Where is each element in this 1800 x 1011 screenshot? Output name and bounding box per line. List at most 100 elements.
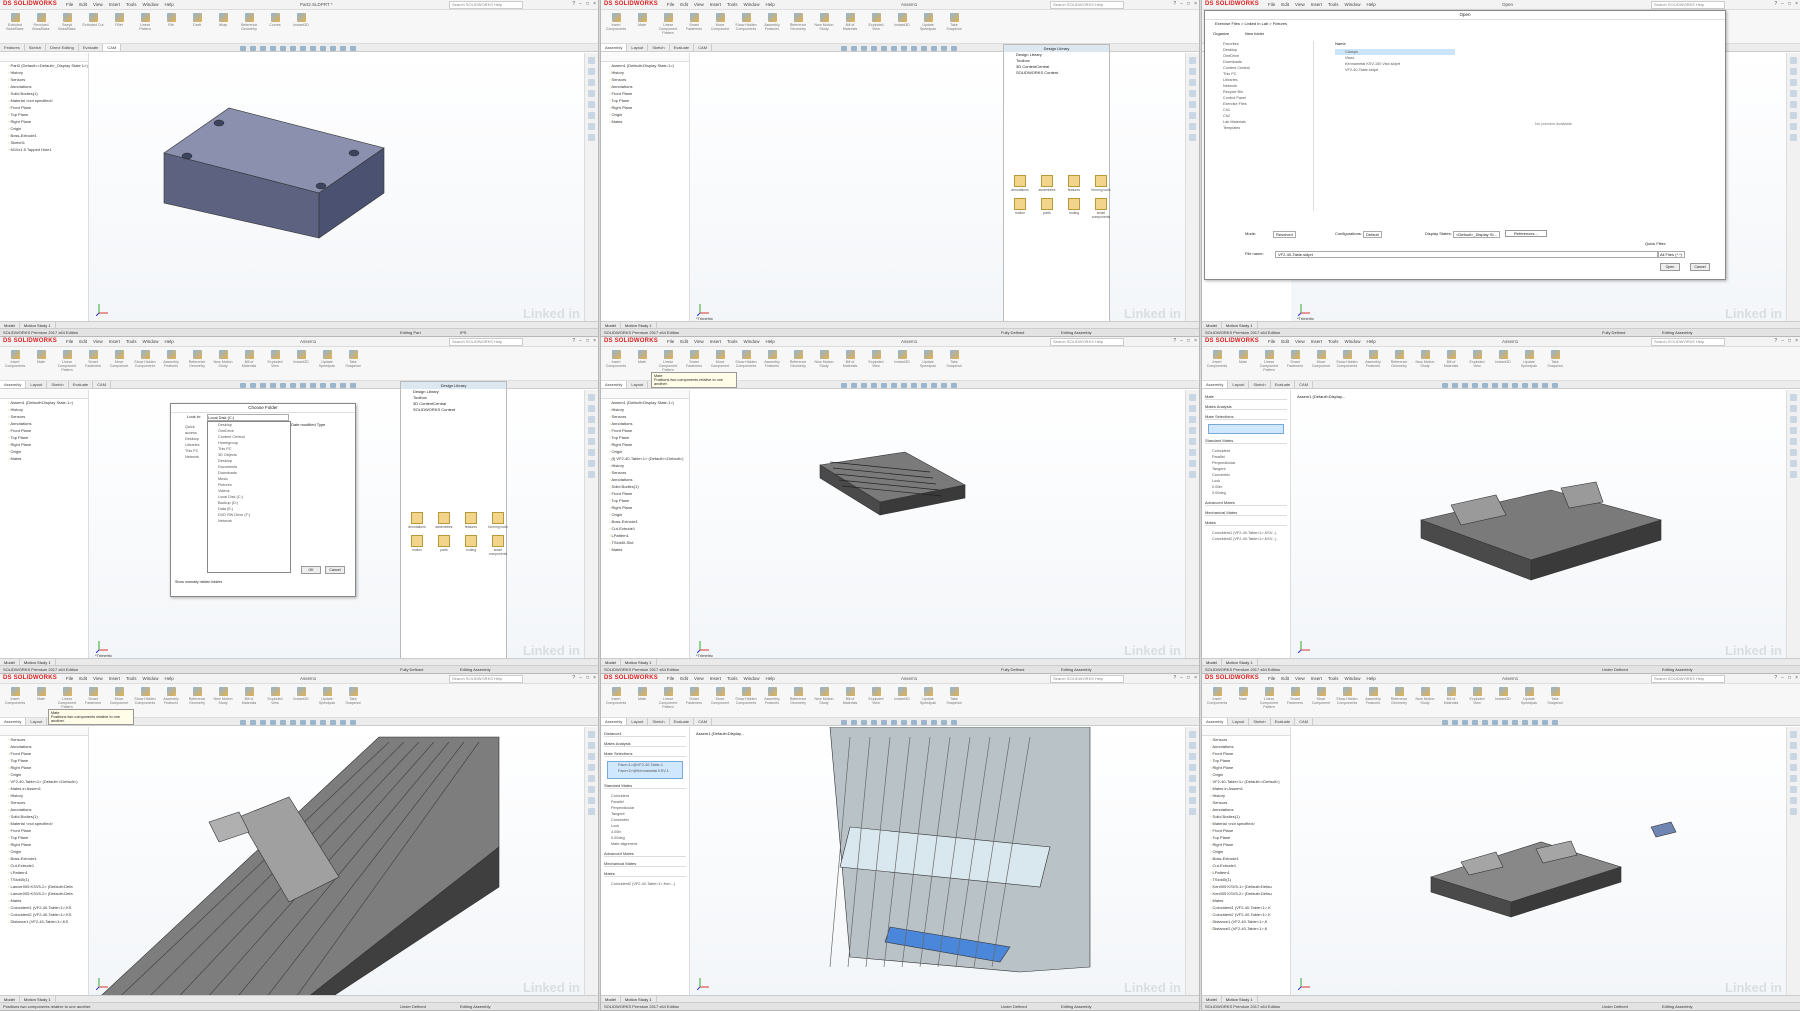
menu-item-file[interactable]: File bbox=[667, 2, 674, 7]
menu-item-window[interactable]: Window bbox=[143, 676, 159, 681]
menu-item-file[interactable]: File bbox=[66, 339, 73, 344]
tree-node[interactable]: VF2-40-Table<1> (Default<<Default>) bbox=[0, 778, 88, 785]
library-folder[interactable]: routing bbox=[459, 535, 483, 556]
ribbon-command[interactable]: Fillet bbox=[108, 13, 130, 27]
view-icon[interactable] bbox=[931, 46, 937, 51]
menu-item-edit[interactable]: Edit bbox=[680, 339, 688, 344]
tree-node[interactable]: Sensors bbox=[1202, 799, 1290, 806]
view-icon[interactable] bbox=[871, 720, 877, 725]
menu-item-window[interactable]: Window bbox=[143, 2, 159, 7]
view-icon[interactable] bbox=[350, 720, 356, 725]
tree-node[interactable]: Solid Bodies(1) bbox=[0, 90, 88, 97]
view-icon[interactable] bbox=[330, 46, 336, 51]
view-icon[interactable] bbox=[921, 46, 927, 51]
tree-node[interactable]: Sensors bbox=[0, 76, 88, 83]
task-pane-icon[interactable] bbox=[588, 405, 595, 412]
library-folder[interactable]: features bbox=[1062, 175, 1086, 192]
file-name-input[interactable]: VF2-40-Table.sldprt bbox=[1275, 251, 1659, 258]
menu-item-file[interactable]: File bbox=[66, 676, 73, 681]
maximize-button[interactable]: □ bbox=[1788, 675, 1791, 681]
task-pane-icon[interactable] bbox=[1790, 101, 1797, 108]
close-button[interactable]: × bbox=[593, 675, 596, 681]
task-pane-icon[interactable] bbox=[1790, 57, 1797, 64]
view-icon[interactable] bbox=[841, 46, 847, 51]
menu-item-edit[interactable]: Edit bbox=[79, 2, 87, 7]
help-search-input[interactable]: Search SOLIDWORKS Help bbox=[1050, 338, 1124, 346]
help-icon[interactable]: ? bbox=[1774, 1, 1777, 7]
menu-item-edit[interactable]: Edit bbox=[1281, 339, 1289, 344]
folder-item[interactable]: Network bbox=[208, 518, 290, 524]
task-pane-icon[interactable] bbox=[588, 471, 595, 478]
view-icon[interactable] bbox=[861, 720, 867, 725]
task-pane-icon[interactable] bbox=[1189, 797, 1196, 804]
task-pane-icon[interactable] bbox=[1790, 471, 1797, 478]
ribbon-command[interactable]: Exploded View bbox=[1466, 687, 1488, 705]
help-search-input[interactable]: Search SOLIDWORKS Help bbox=[1050, 675, 1124, 683]
view-icon[interactable] bbox=[931, 720, 937, 725]
ribbon-command[interactable]: Move Component bbox=[1310, 687, 1332, 705]
tree-node[interactable]: History bbox=[601, 462, 689, 469]
view-icon[interactable] bbox=[941, 720, 947, 725]
tree-node[interactable]: Sensors bbox=[601, 413, 689, 420]
ribbon-command[interactable]: Mate bbox=[631, 13, 653, 27]
menu-item-tools[interactable]: Tools bbox=[1328, 676, 1339, 681]
ribbon-command[interactable]: Linear Component Pattern bbox=[1258, 350, 1280, 372]
ribbon-command[interactable]: Rib bbox=[160, 13, 182, 27]
ribbon-command[interactable]: Bill of Materials bbox=[238, 350, 260, 368]
task-pane-icon[interactable] bbox=[588, 764, 595, 771]
ribbon-command[interactable]: Exploded View bbox=[865, 13, 887, 31]
view-icon[interactable] bbox=[350, 383, 356, 388]
view-icon[interactable] bbox=[901, 383, 907, 388]
tree-node[interactable]: Top Plane bbox=[0, 111, 88, 118]
tree-node[interactable]: Right Plane bbox=[601, 441, 689, 448]
tree-node[interactable]: Material <not specified> bbox=[1202, 820, 1290, 827]
view-icon[interactable] bbox=[320, 383, 326, 388]
tree-node[interactable]: Distance1 (VF2-40-Table<1>,K bbox=[1202, 918, 1290, 925]
ribbon-command[interactable]: Bill of Materials bbox=[839, 13, 861, 31]
tree-node[interactable]: Front Plane bbox=[0, 427, 88, 434]
menu-item-file[interactable]: File bbox=[667, 676, 674, 681]
menu-item-window[interactable]: Window bbox=[744, 2, 760, 7]
menu-item-window[interactable]: Window bbox=[1345, 2, 1361, 7]
ribbon-command[interactable]: Exploded View bbox=[865, 687, 887, 705]
view-icon[interactable] bbox=[1492, 383, 1498, 388]
task-pane-icon[interactable] bbox=[1189, 405, 1196, 412]
tree-node[interactable]: Annotations bbox=[601, 83, 689, 90]
tree-node[interactable]: Solid Bodies(1) bbox=[0, 813, 88, 820]
task-pane-icon[interactable] bbox=[1189, 90, 1196, 97]
view-icon[interactable] bbox=[861, 383, 867, 388]
tree-node[interactable]: Material <not specified> bbox=[0, 820, 88, 827]
tab-evaluate[interactable]: Evaluate bbox=[69, 381, 94, 388]
ribbon-command[interactable]: Linear Component Pattern bbox=[657, 13, 679, 35]
ribbon-command[interactable]: Show Hidden Components bbox=[1336, 687, 1358, 705]
library-folder[interactable]: forming tools bbox=[486, 512, 510, 529]
task-pane-icon[interactable] bbox=[1189, 742, 1196, 749]
view-icon[interactable] bbox=[941, 46, 947, 51]
close-button[interactable]: × bbox=[1795, 1, 1798, 7]
view-icon[interactable] bbox=[290, 720, 296, 725]
tree-node[interactable]: Origin bbox=[601, 448, 689, 455]
task-pane-icon[interactable] bbox=[1189, 449, 1196, 456]
help-search-input[interactable]: Search SOLIDWORKS Help bbox=[1651, 675, 1725, 683]
ribbon-command[interactable]: Reference Geometry bbox=[238, 13, 260, 31]
task-pane-icon[interactable] bbox=[1790, 405, 1797, 412]
view-icon[interactable] bbox=[951, 383, 957, 388]
tab-layout[interactable]: Layout bbox=[627, 718, 649, 725]
view-icon[interactable] bbox=[280, 46, 286, 51]
task-pane-icon[interactable] bbox=[588, 449, 595, 456]
tab-evaluate[interactable]: Evaluate bbox=[1271, 381, 1296, 388]
ribbon-command[interactable]: Take Snapshot bbox=[1544, 350, 1566, 368]
library-folder[interactable]: motion bbox=[405, 535, 429, 556]
ribbon-command[interactable]: Mate bbox=[631, 687, 653, 701]
maximize-button[interactable]: □ bbox=[1788, 338, 1791, 344]
view-icon[interactable] bbox=[891, 46, 897, 51]
menu-item-tools[interactable]: Tools bbox=[1328, 2, 1339, 7]
view-icon[interactable] bbox=[881, 383, 887, 388]
ribbon-command[interactable]: Reference Geometry bbox=[787, 350, 809, 368]
ribbon-command[interactable]: Insert Components bbox=[1206, 687, 1228, 705]
menu-item-edit[interactable]: Edit bbox=[680, 676, 688, 681]
tree-node[interactable]: History bbox=[0, 69, 88, 76]
tree-node[interactable]: Coincident1 (VF2-40-Table<1>,KS bbox=[0, 904, 88, 911]
view-icon[interactable] bbox=[1512, 720, 1518, 725]
option-select[interactable]: Default bbox=[1363, 231, 1382, 238]
